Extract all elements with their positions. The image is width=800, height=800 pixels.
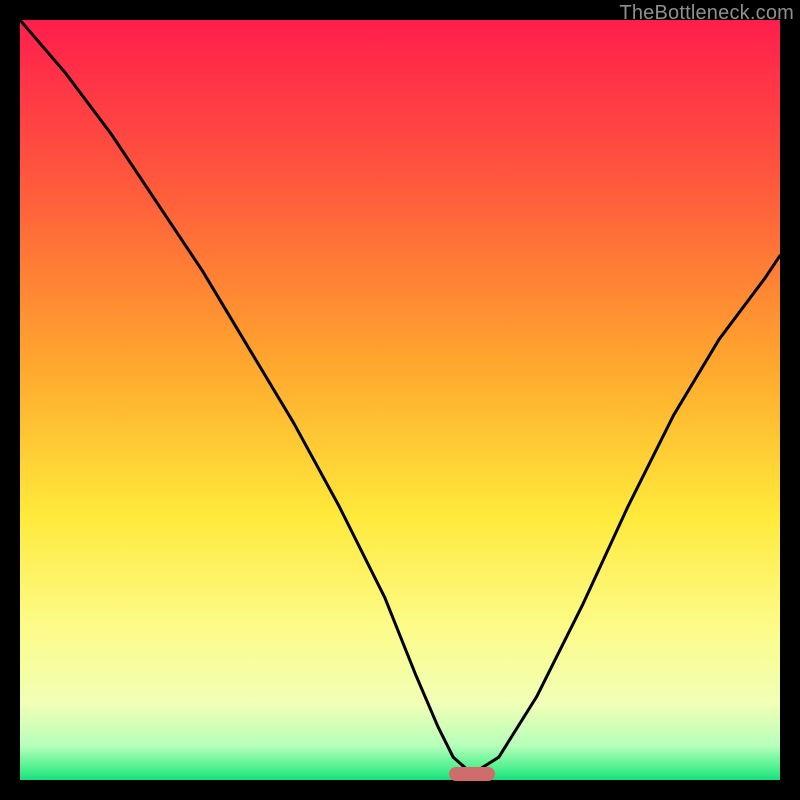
- optimal-marker: [449, 767, 495, 781]
- gradient-background: [20, 20, 780, 780]
- watermark-text: TheBottleneck.com: [619, 2, 794, 25]
- chart-frame: TheBottleneck.com: [0, 0, 800, 800]
- plot-area: [20, 20, 780, 780]
